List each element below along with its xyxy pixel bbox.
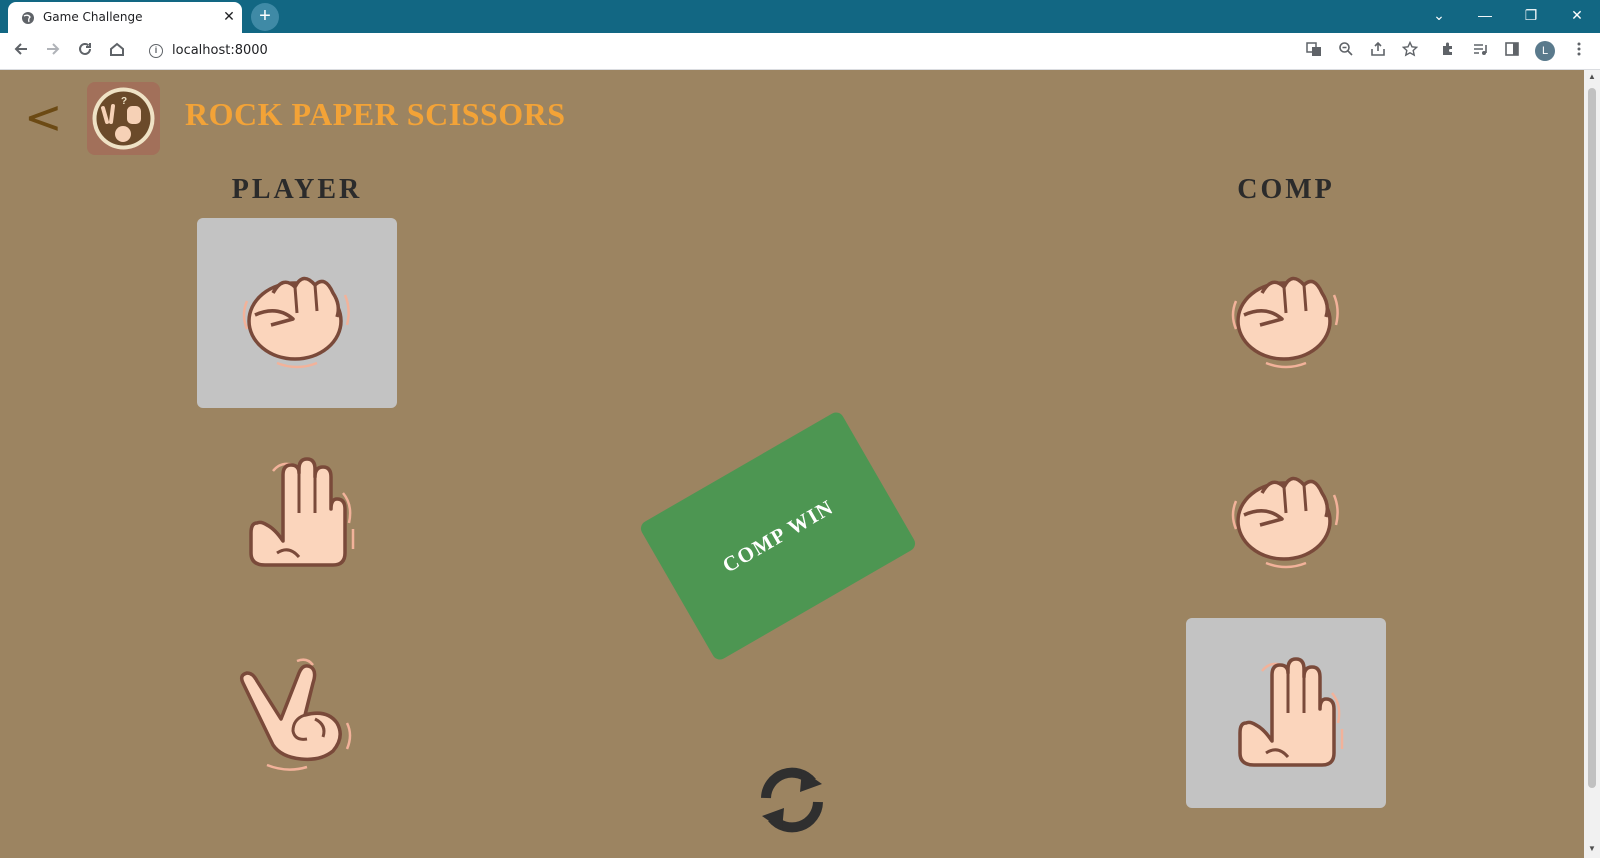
comp-choice-paper	[1186, 618, 1386, 808]
extensions-icon[interactable]	[1438, 41, 1458, 61]
reset-button[interactable]	[752, 760, 832, 840]
comp-choice-rock	[1186, 218, 1386, 408]
new-tab-button[interactable]: +	[251, 3, 279, 31]
address-bar[interactable]: i localhost:8000	[140, 37, 1400, 65]
comp-heading: COMP	[1237, 174, 1335, 205]
rock-icon	[1231, 276, 1339, 369]
browser-toolbar: i localhost:8000 L	[0, 33, 1600, 70]
paper-icon	[1238, 657, 1344, 767]
player-choice-rock[interactable]	[197, 218, 397, 408]
bookmark-star-icon[interactable]	[1400, 40, 1420, 61]
profile-avatar[interactable]: L	[1535, 41, 1555, 61]
browser-tab-strip: Game Challenge ✕ + ⌄ — ❐ ✕	[0, 0, 1600, 33]
back-button[interactable]: <	[24, 92, 63, 142]
page-scrollbar[interactable]: ▲ ▼	[1584, 70, 1600, 858]
game-page: < ? ROCK PAPER SCISSORS PLAYER COMP COMP…	[0, 70, 1584, 858]
paper-icon	[249, 457, 355, 567]
tab-search-button[interactable]: ⌄	[1416, 0, 1462, 33]
scroll-down-arrow[interactable]: ▼	[1587, 844, 1597, 853]
player-choice-scissors[interactable]	[197, 618, 397, 808]
more-menu-icon[interactable]	[1569, 41, 1589, 61]
back-arrow-icon[interactable]	[9, 40, 33, 62]
player-choice-paper[interactable]	[197, 418, 397, 608]
refresh-icon	[761, 767, 823, 833]
forward-arrow-icon[interactable]	[41, 40, 65, 62]
comp-choice-rock	[1186, 418, 1386, 608]
restore-button[interactable]: ❐	[1508, 0, 1554, 33]
page-title: ROCK PAPER SCISSORS	[185, 96, 566, 132]
minimize-button[interactable]: —	[1462, 0, 1508, 33]
scissors-icon	[239, 658, 352, 771]
rock-icon	[242, 276, 350, 369]
url-text[interactable]: localhost:8000	[172, 43, 268, 58]
tab-close-button[interactable]: ✕	[221, 8, 237, 24]
rock-icon	[1231, 476, 1339, 569]
side-panel-icon[interactable]	[1502, 41, 1522, 61]
svg-text:?: ?	[121, 96, 127, 107]
player-heading: PLAYER	[231, 174, 363, 205]
browser-tab[interactable]: Game Challenge ✕	[8, 2, 242, 33]
media-control-icon[interactable]	[1470, 41, 1490, 61]
window-close-button[interactable]: ✕	[1554, 0, 1600, 33]
zoom-icon[interactable]	[1336, 41, 1356, 61]
result-banner: COMP WIN	[638, 409, 918, 663]
tab-title: Game Challenge	[43, 10, 143, 24]
game-logo: ?	[87, 82, 160, 155]
result-text: COMP WIN	[717, 494, 838, 578]
site-info-icon[interactable]: i	[149, 44, 163, 58]
reload-icon[interactable]	[73, 40, 97, 62]
home-icon[interactable]	[105, 40, 129, 62]
scroll-thumb[interactable]	[1588, 88, 1596, 788]
share-icon[interactable]	[1368, 41, 1388, 61]
translate-icon[interactable]	[1304, 41, 1324, 61]
globe-icon	[22, 12, 34, 24]
scroll-up-arrow[interactable]: ▲	[1587, 72, 1597, 81]
